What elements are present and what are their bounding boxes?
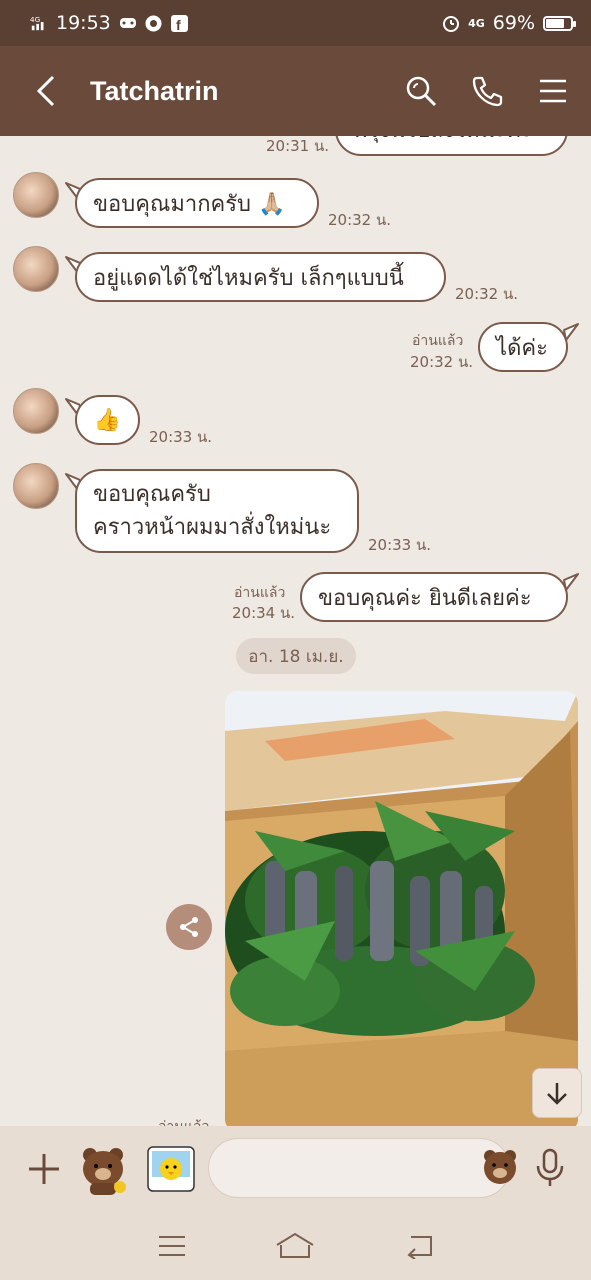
message-bubble-left[interactable]: ขอบคุณครับ คราวหน้าผมมาสั่งใหม่นะ	[75, 469, 359, 553]
microphone-button[interactable]	[530, 1146, 570, 1190]
message-input[interactable]	[208, 1138, 516, 1198]
avatar[interactable]	[13, 246, 59, 292]
message-time: 20:32 น.	[410, 353, 474, 371]
message-bubble-left[interactable]: ขอบคุณมากครับ 🙏🏼	[75, 178, 319, 228]
avatar[interactable]	[13, 463, 59, 509]
chat-area[interactable]: พรุ่งนี้ไปส่งให้นะคะ 20:31 น. ขอบคุณมากค…	[0, 136, 591, 1126]
add-button[interactable]	[24, 1149, 64, 1189]
plants-in-box-image	[225, 691, 578, 1126]
bubble-tail	[563, 573, 579, 591]
read-receipt: อ่านแล้ว	[412, 333, 464, 349]
message-text: 👍	[93, 407, 122, 433]
search-icon[interactable]	[405, 75, 437, 107]
bubble-tail	[563, 323, 579, 341]
scroll-down-button[interactable]	[532, 1068, 582, 1118]
home-icon	[276, 1232, 315, 1258]
sticker-brown-icon[interactable]	[76, 1141, 132, 1197]
message-bubble-right[interactable]: พรุ่งนี้ไปส่งให้นะคะ	[335, 136, 568, 156]
chat-title: Tatchatrin	[90, 75, 219, 106]
message-time: 20:32 น.	[455, 285, 519, 303]
menu-icon[interactable]	[537, 75, 569, 107]
arrow-down-icon	[547, 1083, 567, 1105]
back-nav-button[interactable]	[397, 1224, 441, 1268]
avatar[interactable]	[13, 388, 59, 434]
message-time: 20:32 น.	[328, 211, 392, 229]
message-time: 20:33 น.	[149, 428, 213, 446]
message-time: 20:31 น.	[266, 137, 330, 155]
avatar[interactable]	[13, 172, 59, 218]
date-divider: อา. 18 เม.ย.	[236, 638, 356, 674]
gamepad-icon	[119, 14, 137, 32]
network-type: 4G	[468, 16, 485, 30]
message-input-bar	[0, 1126, 591, 1212]
alarm-icon	[442, 14, 460, 32]
photo-message[interactable]	[225, 691, 578, 1126]
svg-text:f: f	[176, 17, 181, 32]
microphone-icon	[536, 1148, 564, 1186]
facebook-icon: f	[171, 14, 189, 32]
back-icon[interactable]	[30, 75, 62, 107]
system-nav-bar	[0, 1212, 591, 1280]
message-bubble-right[interactable]: ได้ค่ะ	[478, 322, 568, 372]
menu-lines-icon	[158, 1236, 185, 1256]
message-time: 20:34 น.	[232, 604, 296, 622]
message-text: ขอบคุณค่ะ ยินดีเลยค่ะ	[318, 585, 532, 611]
share-button[interactable]	[166, 904, 212, 950]
chat-header: Tatchatrin	[0, 46, 591, 136]
battery-percent: 69%	[492, 12, 535, 34]
message-text: ขอบคุณมากครับ 🙏🏼	[93, 191, 286, 217]
message-text: พรุ่งนี้ไปส่งให้นะคะ	[353, 136, 533, 147]
share-icon	[180, 917, 198, 937]
message-line: คราวหน้าผมมาสั่งใหม่นะ	[93, 515, 332, 540]
message-time: 20:33 น.	[368, 536, 432, 554]
message-bubble-right[interactable]: ขอบคุณค่ะ ยินดีเลยค่ะ	[300, 572, 568, 622]
message-line: ขอบคุณครับ	[93, 482, 211, 507]
emoji-icon[interactable]	[480, 1146, 520, 1190]
message-text: ได้ค่ะ	[496, 335, 548, 361]
svg-text:4G: 4G	[30, 15, 40, 24]
message-input-field[interactable]	[231, 1156, 480, 1180]
date-label: อา. 18 เม.ย.	[248, 646, 344, 667]
chrome-icon	[145, 14, 163, 32]
recent-apps-button[interactable]	[150, 1224, 194, 1268]
clock: 19:53	[56, 12, 111, 34]
message-text: อยู่แดดได้ใช่ไหมครับ เล็กๆแบบนี้	[93, 265, 404, 291]
back-arrow-icon	[407, 1236, 433, 1259]
plus-icon	[29, 1154, 59, 1184]
signal-icon: 4G	[30, 14, 48, 32]
home-button[interactable]	[273, 1224, 317, 1268]
message-bubble-left[interactable]: 👍	[75, 395, 140, 445]
status-bar: 4G 19:53 f 4G 69%	[0, 0, 591, 46]
battery-icon	[543, 15, 576, 31]
message-bubble-left[interactable]: อยู่แดดได้ใช่ไหมครับ เล็กๆแบบนี้	[75, 252, 446, 302]
read-receipt: อ่านแล้ว	[158, 1116, 209, 1126]
sticker-sally-icon[interactable]	[144, 1141, 200, 1197]
phone-icon[interactable]	[471, 75, 503, 107]
